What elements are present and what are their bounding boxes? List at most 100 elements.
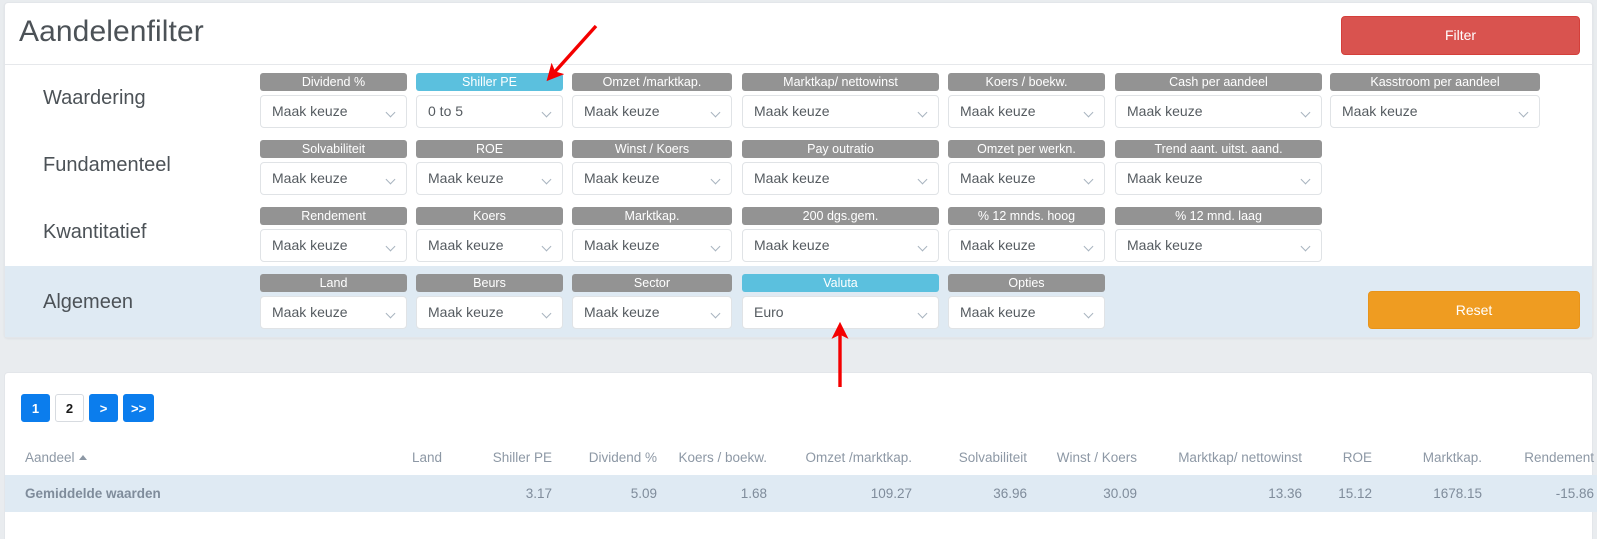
table-header-row: Aandeel Land Shiller PE Dividend % Koers… (5, 444, 1597, 475)
filter-field-marktkap: Marktkap. Maak keuze (572, 207, 732, 262)
filter-field-header: Pay outratio (742, 140, 939, 158)
pagination-page-1[interactable]: 1 (21, 394, 50, 422)
table-cell-rendement: -15.86 (1555, 486, 1594, 501)
filter-field-header: Omzet per werkn. (948, 140, 1105, 158)
filter-field-omzet-per-werkn: Omzet per werkn. Maak keuze (948, 140, 1105, 195)
filter-select-value: Maak keuze (272, 170, 348, 186)
filter-field-header: Beurs (416, 274, 563, 292)
filter-select[interactable]: Maak keuze (572, 229, 732, 262)
chevron-down-icon (1520, 109, 1528, 114)
column-header-dividend-pct[interactable]: Dividend % (560, 444, 665, 475)
filter-select[interactable]: Maak keuze (948, 95, 1105, 128)
filter-row-fundamenteel: Fundamenteel Solvabiliteit Maak keuze RO… (5, 132, 1592, 199)
filter-select[interactable]: Maak keuze (742, 162, 939, 195)
column-header-marktkap-nettowinst[interactable]: Marktkap/ nettowinst (1145, 444, 1310, 475)
filter-select-value: Maak keuze (428, 170, 504, 186)
filter-select[interactable]: Maak keuze (416, 229, 563, 262)
filter-field-land: Land Maak keuze (260, 274, 407, 329)
filter-field-header: Marktkap. (572, 207, 732, 225)
filter-field-koers-boekw: Koers / boekw. Maak keuze (948, 73, 1105, 128)
filter-select[interactable]: Maak keuze (416, 296, 563, 329)
filter-field-valuta: Valuta Euro (742, 274, 939, 329)
filter-field-200-dgs-gem: 200 dgs.gem. Maak keuze (742, 207, 939, 262)
filter-select[interactable]: Euro (742, 296, 939, 329)
filter-select[interactable]: Maak keuze (260, 95, 407, 128)
filter-field-winst-koers: Winst / Koers Maak keuze (572, 140, 732, 195)
reset-button[interactable]: Reset (1368, 291, 1580, 329)
chevron-down-icon (387, 176, 395, 181)
results-table: Aandeel Land Shiller PE Dividend % Koers… (5, 444, 1597, 512)
app-page: Aandelenfilter Filter Waardering Dividen… (0, 0, 1597, 539)
filter-select-value: Maak keuze (584, 103, 660, 119)
filter-field-header: Kasstroom per aandeel (1330, 73, 1540, 91)
chevron-down-icon (919, 109, 927, 114)
pagination-next[interactable]: > (89, 394, 118, 422)
filter-field-12-mnd-laag: % 12 mnd. laag Maak keuze (1115, 207, 1322, 262)
column-header-koers-boekw[interactable]: Koers / boekw. (665, 444, 775, 475)
filter-select[interactable]: Maak keuze (260, 229, 407, 262)
filter-field-header: Land (260, 274, 407, 292)
filter-select[interactable]: Maak keuze (742, 95, 939, 128)
filter-select[interactable]: Maak keuze (742, 229, 939, 262)
page-title: Aandelenfilter (19, 15, 204, 48)
filter-button[interactable]: Filter (1341, 16, 1580, 55)
filter-select-value: 0 to 5 (428, 103, 464, 119)
column-header-solvabiliteit[interactable]: Solvabiliteit (920, 444, 1035, 475)
chevron-down-icon (543, 243, 551, 248)
filter-row-kwantitatief: Kwantitatief Rendement Maak keuze Koers … (5, 199, 1592, 266)
column-header-land[interactable]: Land (335, 444, 450, 475)
filter-select-value: Maak keuze (960, 304, 1036, 320)
table-cell-shiller-pe: 3.17 (525, 486, 552, 501)
filter-field-solvabiliteit: Solvabiliteit Maak keuze (260, 140, 407, 195)
column-header-rendement[interactable]: Rendement (1490, 444, 1597, 475)
filter-select[interactable]: Maak keuze (1330, 95, 1540, 128)
chevron-down-icon (919, 176, 927, 181)
filter-select-value: Maak keuze (754, 103, 830, 119)
filter-field-header: Koers / boekw. (948, 73, 1105, 91)
chevron-down-icon (387, 243, 395, 248)
filter-select[interactable]: Maak keuze (572, 296, 732, 329)
pagination-last[interactable]: >> (123, 394, 155, 422)
filter-row-label: Algemeen (43, 291, 134, 313)
chevron-down-icon (919, 243, 927, 248)
filter-row-label: Waardering (43, 87, 146, 109)
filter-select[interactable]: Maak keuze (1115, 95, 1322, 128)
chevron-down-icon (387, 310, 395, 315)
pagination-page-2[interactable]: 2 (55, 394, 84, 422)
filter-select[interactable]: Maak keuze (572, 95, 732, 128)
column-header-roe[interactable]: ROE (1310, 444, 1380, 475)
table-cell-aandeel: Gemiddelde waarden (25, 486, 161, 501)
filter-field-omzet-marktkap: Omzet /marktkap. Maak keuze (572, 73, 732, 128)
column-header-marktkap[interactable]: Marktkap. (1380, 444, 1490, 475)
column-header-winst-koers[interactable]: Winst / Koers (1035, 444, 1145, 475)
filter-select[interactable]: Maak keuze (948, 162, 1105, 195)
filter-select[interactable]: Maak keuze (948, 229, 1105, 262)
chevron-down-icon (919, 310, 927, 315)
column-header-label: Aandeel (25, 450, 75, 465)
filter-select-value: Maak keuze (584, 304, 660, 320)
chevron-down-icon (712, 243, 720, 248)
chevron-down-icon (1302, 109, 1310, 114)
filter-field-pay-outratio: Pay outratio Maak keuze (742, 140, 939, 195)
filter-select-value: Maak keuze (1127, 237, 1203, 253)
filter-select[interactable]: Maak keuze (1115, 229, 1322, 262)
column-header-omzet-marktkap[interactable]: Omzet /marktkap. (775, 444, 920, 475)
results-panel: 1 2 > >> Aandeel Land Shiller PE Dividend %… (4, 372, 1597, 539)
column-header-shiller-pe[interactable]: Shiller PE (450, 444, 560, 475)
filter-select[interactable]: Maak keuze (1115, 162, 1322, 195)
filter-select[interactable]: Maak keuze (260, 296, 407, 329)
filter-field-kasstroom-per-aandeel: Kasstroom per aandeel Maak keuze (1330, 73, 1540, 128)
filter-field-sector: Sector Maak keuze (572, 274, 732, 329)
filter-row-label: Fundamenteel (43, 154, 171, 176)
sort-ascending-icon (78, 455, 87, 460)
filter-select[interactable]: Maak keuze (260, 162, 407, 195)
column-header-aandeel[interactable]: Aandeel (5, 444, 335, 475)
filter-select[interactable]: Maak keuze (948, 296, 1105, 329)
filter-select[interactable]: 0 to 5 (416, 95, 563, 128)
chevron-down-icon (712, 310, 720, 315)
filter-field-marktkap-nettowinst: Marktkap/ nettowinst Maak keuze (742, 73, 939, 128)
filter-select-value: Maak keuze (428, 304, 504, 320)
filter-select-value: Maak keuze (754, 170, 830, 186)
filter-select[interactable]: Maak keuze (416, 162, 563, 195)
filter-select[interactable]: Maak keuze (572, 162, 732, 195)
